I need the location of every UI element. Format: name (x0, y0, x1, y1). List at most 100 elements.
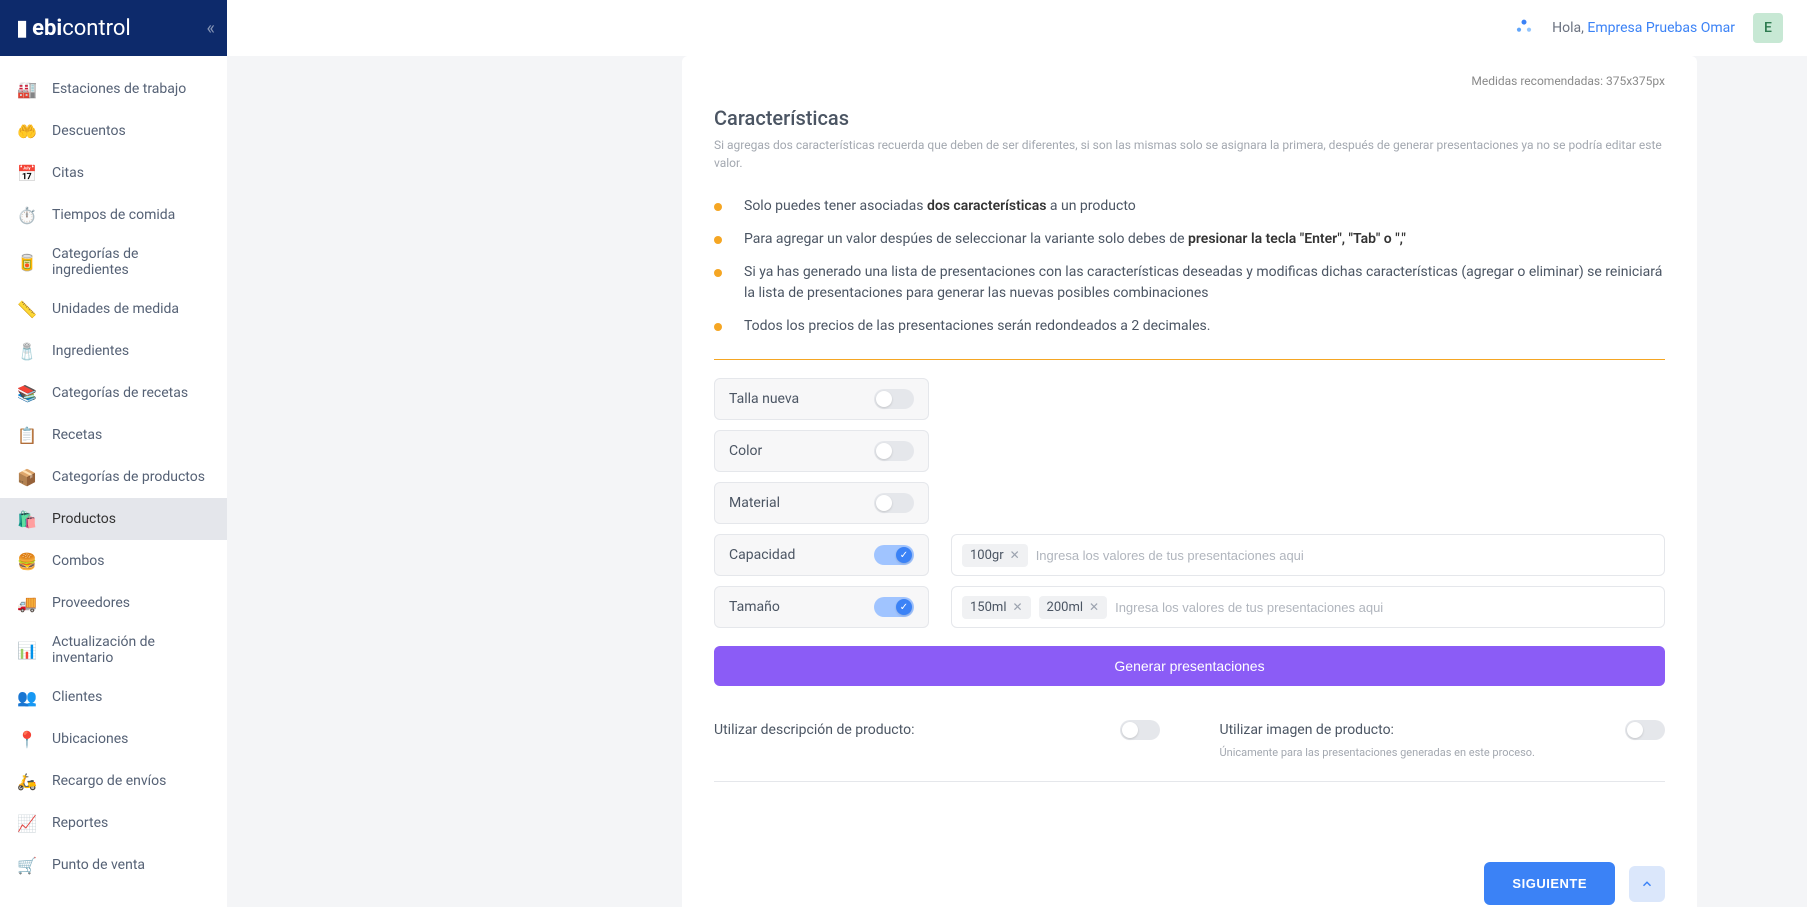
bullet-item: Si ya has generado una lista de presenta… (714, 256, 1665, 310)
reportes-icon: 📈 (16, 812, 38, 834)
characteristic-toggle-box: Color (714, 430, 929, 472)
characteristic-label: Material (729, 495, 780, 511)
bullet-dot-icon (714, 269, 722, 277)
productos-icon: 🛍️ (16, 508, 38, 530)
tag-text-input[interactable] (1115, 600, 1654, 615)
sidebar-item-combos[interactable]: 🍔 Combos (0, 540, 227, 582)
sidebar-item-clientes[interactable]: 👥Clientes (0, 676, 227, 718)
use-description-toggle[interactable] (1120, 720, 1160, 740)
toggle-knob (876, 443, 892, 459)
characteristic-label: Tamaño (729, 599, 780, 615)
characteristic-toggle[interactable] (874, 441, 914, 461)
characteristic-row: Color (714, 430, 1665, 472)
characteristic-toggle-box: Material (714, 482, 929, 524)
sidebar-item-label: Ingredientes (52, 343, 129, 359)
sidebar-item-tiempos-de-comida[interactable]: ⏱️Tiempos de comida (0, 194, 227, 236)
tag-label: 100gr (970, 548, 1004, 563)
estaciones-de-trabajo-icon: 🏭 (16, 78, 38, 100)
characteristic-toggle[interactable]: ✓ (874, 545, 914, 565)
sidebar-item-actualizacion-inventario[interactable]: 📊Actualización de inventario (0, 624, 227, 676)
tag-remove-icon[interactable]: ✕ (1089, 600, 1099, 614)
characteristic-toggle[interactable] (874, 389, 914, 409)
header-right: Hola, Empresa Pruebas Omar E (1514, 13, 1807, 43)
characteristic-label: Talla nueva (729, 391, 799, 407)
sidebar-item-label: Estaciones de trabajo (52, 81, 186, 97)
sidebar-item-punto-de-venta[interactable]: 🛒 Punto de venta (0, 844, 227, 886)
characteristic-toggle[interactable]: ✓ (874, 597, 914, 617)
sidebar-item-ubicaciones[interactable]: 📍 Ubicaciones (0, 718, 227, 760)
toggle-knob: ✓ (896, 599, 912, 615)
next-button[interactable]: SIGUIENTE (1484, 862, 1615, 905)
sidebar-item-productos[interactable]: 🛍️ Productos (0, 498, 227, 540)
ingredientes-icon: 🧂 (16, 340, 38, 362)
use-image-toggle[interactable] (1625, 720, 1665, 740)
ubicaciones-icon: 📍 (16, 728, 38, 750)
bullet-dot-icon (714, 203, 722, 211)
clientes-icon: 👥 (16, 686, 38, 708)
sidebar-collapse-icon[interactable]: « (207, 18, 215, 39)
sidebar-item-reportes[interactable]: 📈 Reportes (0, 802, 227, 844)
sidebar-item-label: Reportes (52, 815, 108, 831)
tiempos-de-comida-icon: ⏱️ (16, 204, 38, 226)
characteristic-toggle[interactable] (874, 493, 914, 513)
characteristic-toggle-box: Tamaño ✓ (714, 586, 929, 628)
sidebar-item-label: Combos (52, 553, 104, 569)
characteristic-tag-input[interactable]: 100gr ✕ (951, 534, 1665, 576)
sidebar-item-label: Punto de venta (52, 857, 145, 873)
app-logo: ▮ ebicontrol (16, 16, 131, 41)
product-options-row: Utilizar descripción de producto: Utiliz… (714, 712, 1665, 759)
sidebar-item-recargo-envios[interactable]: 🛵Recargo de envíos (0, 760, 227, 802)
footer-actions: SIGUIENTE (714, 862, 1665, 905)
bullet-text: Si ya has generado una lista de presenta… (744, 262, 1665, 304)
characteristic-toggle-box: Capacidad✓ (714, 534, 929, 576)
user-avatar[interactable]: E (1753, 13, 1783, 43)
sidebar-item-categorias-productos[interactable]: 📦Categorías de productos (0, 456, 227, 498)
bullet-text: Para agregar un valor despúes de selecci… (744, 229, 1406, 250)
tag-remove-icon[interactable]: ✕ (1012, 600, 1022, 614)
characteristic-row: Tamaño✓150ml✕200ml✕ (714, 586, 1665, 628)
actualizacion-inventario-icon: 📊 (16, 639, 38, 661)
scroll-to-top-button[interactable] (1629, 866, 1665, 902)
proveedores-icon: 🚚 (16, 592, 38, 614)
characteristics-list: Talla nueva Color Material Capacidad✓ 100gr ✕… (714, 378, 1665, 628)
categorias-ingredientes-icon: 🥫 (16, 251, 38, 273)
section-description: Si agregas dos características recuerda … (714, 136, 1665, 172)
generate-presentations-button[interactable]: Generar presentaciones (714, 646, 1665, 686)
sidebar-item-ingredientes[interactable]: 🧂 Ingredientes (0, 330, 227, 372)
logo-bold-part: ebi (32, 16, 62, 41)
punto-de-venta-icon: 🛒 (16, 854, 38, 876)
greeting-name: Empresa Pruebas Omar (1587, 20, 1735, 36)
sidebar-item-descuentos[interactable]: 🤲Descuentos (0, 110, 227, 152)
characteristics-card: Medidas recomendadas: 375x375px Caracter… (682, 56, 1697, 907)
characteristic-row: Capacidad✓ 100gr ✕ (714, 534, 1665, 576)
use-image-label: Utilizar imagen de producto: (1220, 722, 1394, 738)
sidebar-item-label: Recargo de envíos (52, 773, 166, 789)
bullet-dot-icon (714, 236, 722, 244)
sparkle-icon[interactable] (1514, 18, 1534, 38)
sidebar-item-label: Productos (52, 511, 116, 527)
sidebar-item-label: Ubicaciones (52, 731, 128, 747)
sidebar: 🏭 Estaciones de trabajo 🤲Descuentos 📅 Citas ⏱… (0, 56, 227, 907)
combos-icon: 🍔 (16, 550, 38, 572)
tag-text-input[interactable] (1036, 548, 1654, 563)
sidebar-item-label: Categorías de recetas (52, 385, 188, 401)
info-bullet-list: Solo puedes tener asociadas dos caracter… (714, 190, 1665, 360)
citas-icon: 📅 (16, 162, 38, 184)
sidebar-item-categorias-ingredientes[interactable]: 🥫Categorías de ingredientes (0, 236, 227, 288)
section-title: Características (714, 106, 1665, 130)
sidebar-item-label: Citas (52, 165, 84, 181)
sidebar-item-recetas[interactable]: 📋Recetas (0, 414, 227, 456)
toggle-knob (876, 391, 892, 407)
sidebar-item-label: Categorías de productos (52, 469, 205, 485)
tag-chip: 100gr ✕ (962, 544, 1028, 567)
sidebar-item-citas[interactable]: 📅 Citas (0, 152, 227, 194)
sidebar-item-categorias-recetas[interactable]: 📚Categorías de recetas (0, 372, 227, 414)
main-content: Medidas recomendadas: 375x375px Caracter… (227, 56, 1807, 907)
sidebar-item-unidades-de-medida[interactable]: 📏Unidades de medida (0, 288, 227, 330)
sidebar-item-proveedores[interactable]: 🚚Proveedores (0, 582, 227, 624)
logo-rest-part: control (62, 16, 131, 41)
tag-remove-icon[interactable]: ✕ (1010, 548, 1020, 562)
tag-label: 200ml (1047, 600, 1083, 615)
characteristic-tag-input[interactable]: 150ml✕200ml✕ (951, 586, 1665, 628)
sidebar-item-estaciones-de-trabajo[interactable]: 🏭 Estaciones de trabajo (0, 68, 227, 110)
